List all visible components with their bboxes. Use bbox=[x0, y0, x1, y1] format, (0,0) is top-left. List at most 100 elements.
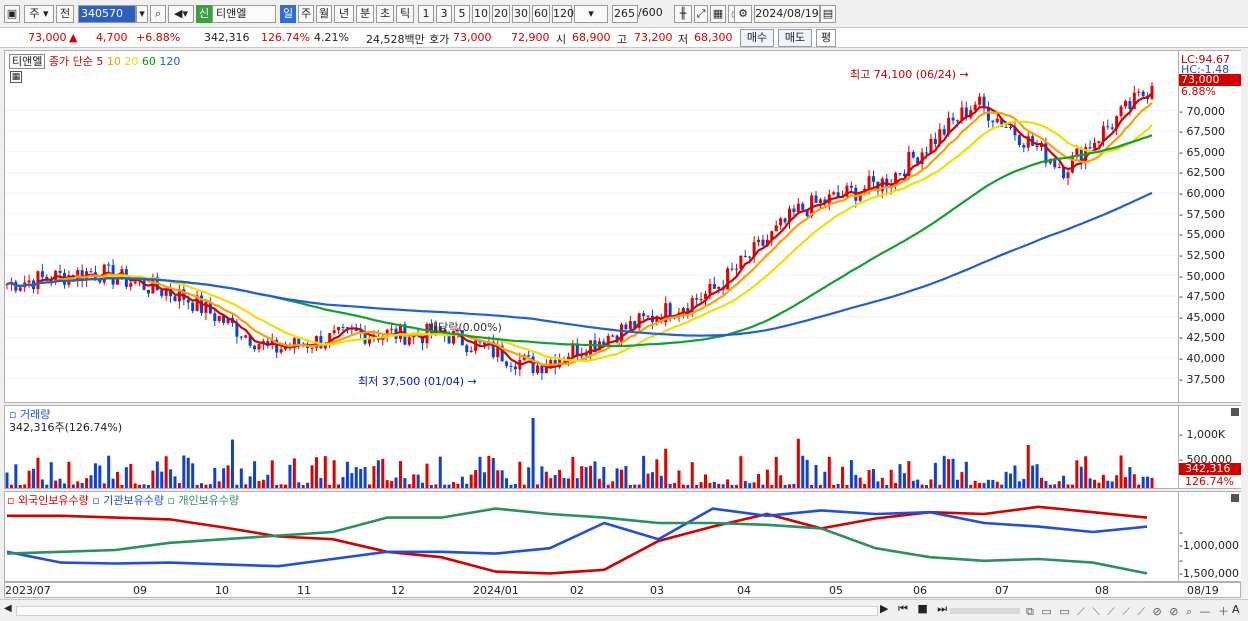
tab-month[interactable]: 월 bbox=[316, 5, 332, 23]
volume-bar bbox=[429, 484, 433, 488]
buy-button[interactable]: 매수 bbox=[740, 29, 774, 47]
volume-bar bbox=[597, 478, 601, 488]
ma-legend-3[interactable]: 60 bbox=[138, 55, 156, 68]
tab-second[interactable]: 초 bbox=[376, 5, 394, 23]
period-30[interactable]: 30 bbox=[512, 5, 530, 23]
volume-bar bbox=[1053, 484, 1057, 488]
candle-body bbox=[527, 355, 531, 357]
volume-bar bbox=[416, 474, 420, 488]
candle-body bbox=[814, 195, 818, 203]
pane-close-icon-2[interactable] bbox=[1231, 494, 1239, 502]
period-120[interactable]: 120 bbox=[552, 5, 574, 23]
quote-low: 68,300 bbox=[694, 31, 733, 44]
ma-legend-4[interactable]: 120 bbox=[156, 55, 180, 68]
x-label-12: 08 bbox=[1095, 584, 1109, 597]
draw-tool-icon[interactable]: ⤢ bbox=[694, 5, 708, 23]
volume-bar bbox=[690, 462, 694, 488]
volume-pane[interactable]: ▫ 거래량 342,316주(126.74%) bbox=[4, 405, 1179, 489]
grid-icon[interactable]: ▦ bbox=[10, 71, 22, 83]
tab-week[interactable]: 주 bbox=[298, 5, 314, 23]
settings-icon[interactable]: ⚙ bbox=[734, 5, 752, 23]
candle-type-icon[interactable]: ╫ bbox=[674, 5, 692, 23]
tool-icons[interactable]: ⧉ ▭ ▭ ⟋ ⟍ ⟋ ⟋ ⟋ ⊘ ⊘ ⌕ — ＋ bbox=[1026, 603, 1231, 619]
x-label-1: 09 bbox=[133, 584, 147, 597]
period-3[interactable]: 3 bbox=[436, 5, 452, 23]
volume-bar bbox=[633, 484, 637, 488]
ma-legend-2[interactable]: 20 bbox=[121, 55, 138, 68]
volume-bar bbox=[964, 461, 968, 488]
tab-minute[interactable]: 분 bbox=[356, 5, 374, 23]
holder-legend-1[interactable]: ▫ 기관보유수량 bbox=[92, 494, 167, 507]
holder-legend-0[interactable]: ▫ 외국인보유수량 bbox=[7, 494, 92, 507]
tab-day[interactable]: 일 bbox=[280, 5, 296, 23]
stock-name-field[interactable]: 티앤엘 bbox=[212, 5, 276, 23]
volume-bar bbox=[36, 457, 40, 488]
stock-label[interactable]: 티앤엘 bbox=[9, 54, 46, 69]
date-input[interactable]: 2024/08/19 bbox=[754, 5, 820, 23]
holder-legend[interactable]: ▫ 외국인보유수량 ▫ 기관보유수량 ▫ 개인보유수량 bbox=[7, 492, 239, 508]
candle-body bbox=[898, 173, 902, 175]
period-5[interactable]: 5 bbox=[454, 5, 470, 23]
price-axis[interactable]: LC:94.67 HC:-1.48 73,000 6.88% - 37,500-… bbox=[1179, 50, 1241, 403]
candle-body bbox=[58, 270, 62, 273]
volume-bar bbox=[1048, 484, 1052, 488]
market-select[interactable]: 주 ▾ bbox=[24, 5, 54, 23]
price-pane[interactable]: 티앤엘 종가 단순 5 10 20 60 120 ▦ 최고 74,100 (06… bbox=[4, 50, 1179, 403]
price-chart[interactable] bbox=[5, 51, 1179, 403]
volume-bar bbox=[681, 484, 685, 488]
volume-bar bbox=[867, 470, 871, 488]
count-input[interactable]: 265 bbox=[612, 5, 638, 23]
holder-tick-1: - -1,000,000 bbox=[1179, 526, 1239, 552]
code-dropdown-icon[interactable]: ▾ bbox=[136, 5, 148, 23]
period-20[interactable]: 20 bbox=[492, 5, 510, 23]
volume-bar bbox=[549, 478, 553, 488]
period-10[interactable]: 10 bbox=[472, 5, 490, 23]
play-controls[interactable]: ▶ ⏮ ■ ⏭ bbox=[880, 602, 950, 616]
tab-tick[interactable]: 틱 bbox=[396, 5, 414, 23]
window-icon[interactable]: ▣ bbox=[4, 5, 20, 23]
tab-year[interactable]: 년 bbox=[334, 5, 354, 23]
volume-chart[interactable] bbox=[5, 406, 1179, 489]
prefix-box[interactable]: 전 bbox=[56, 5, 74, 23]
zoom-slider[interactable] bbox=[950, 608, 1020, 614]
volume-bar bbox=[1101, 474, 1105, 488]
save-icon[interactable]: ▦ bbox=[710, 5, 726, 23]
candle-body bbox=[717, 286, 721, 289]
candle-body bbox=[1035, 145, 1039, 147]
scroll-left-icon[interactable]: ◀ bbox=[4, 603, 12, 614]
holder-axis[interactable]: - -1,000,000 - -1,500,000 bbox=[1179, 491, 1241, 582]
end-icon[interactable]: A bbox=[1232, 603, 1240, 616]
quote-bar: 73,000 ▲ 4,700 +6.88% 342,316 126.74% 4.… bbox=[0, 28, 1248, 48]
volume-bar bbox=[160, 471, 164, 488]
volume-bar bbox=[1132, 474, 1136, 488]
period-1[interactable]: 1 bbox=[418, 5, 434, 23]
price-tick-9: - 60,000 bbox=[1179, 187, 1225, 200]
code-input[interactable]: 340570 bbox=[78, 5, 136, 23]
holder-legend-2[interactable]: ▫ 개인보유수량 bbox=[167, 494, 239, 507]
search-icon[interactable]: ⌕ bbox=[150, 5, 166, 23]
period-60[interactable]: 60 bbox=[532, 5, 550, 23]
volume-bar bbox=[602, 466, 606, 488]
speaker-icon[interactable]: ◀▾ bbox=[168, 5, 194, 23]
volume-bar bbox=[845, 484, 849, 488]
volume-bar bbox=[1088, 478, 1092, 488]
ma-legend-0[interactable]: 종가 단순 5 bbox=[49, 55, 103, 68]
sell-button[interactable]: 매도 bbox=[778, 29, 812, 47]
ma-legend[interactable]: 종가 단순 5 10 20 60 120 bbox=[49, 55, 180, 68]
pane-close-icon[interactable] bbox=[1231, 408, 1239, 416]
volume-axis[interactable]: - 1,000K - 500,000 342,316 126.74% bbox=[1179, 405, 1241, 489]
volume-bar bbox=[93, 463, 97, 488]
volume-bar bbox=[381, 458, 385, 488]
calendar-icon[interactable]: ▤ bbox=[820, 5, 836, 23]
scrollbar[interactable] bbox=[16, 606, 878, 616]
eval-button[interactable]: 평 bbox=[816, 29, 836, 47]
volume-bar bbox=[518, 461, 522, 488]
period-custom-select[interactable]: ▾ bbox=[574, 5, 608, 23]
volume-bar bbox=[407, 484, 411, 488]
volume-bar bbox=[284, 484, 288, 488]
volume-bar bbox=[986, 479, 990, 488]
ma-legend-1[interactable]: 10 bbox=[103, 55, 121, 68]
holder-pane[interactable]: ▫ 외국인보유수량 ▫ 기관보유수량 ▫ 개인보유수량 bbox=[4, 491, 1179, 582]
price-tick-4: - 47,500 bbox=[1179, 290, 1225, 304]
volume-bar bbox=[438, 456, 442, 488]
